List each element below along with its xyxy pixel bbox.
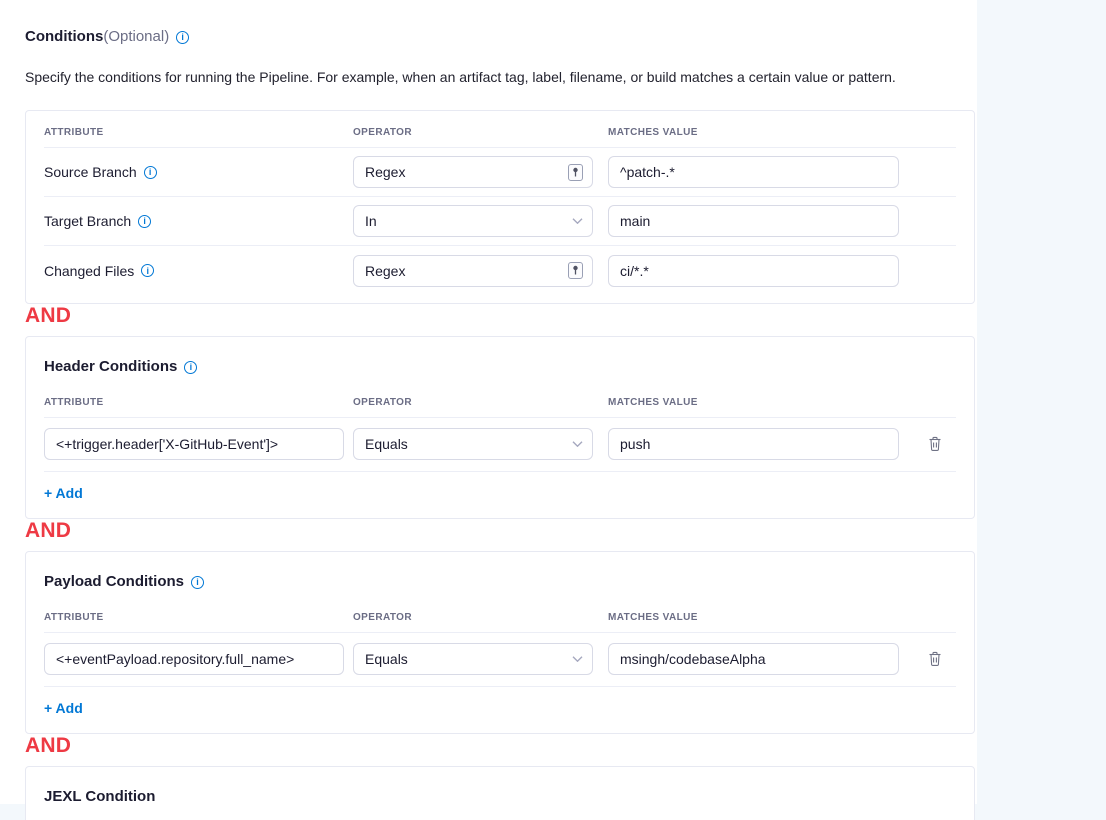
chevron-down-icon xyxy=(572,218,583,224)
and-separator: AND xyxy=(25,734,71,757)
info-icon[interactable] xyxy=(191,576,204,589)
table-row: Changed Files Regex xyxy=(44,246,956,295)
conditions-page: Conditions (Optional) Specify the condit… xyxy=(0,0,1106,820)
operator-value: Equals xyxy=(365,651,408,667)
conditions-content: Conditions (Optional) Specify the condit… xyxy=(25,0,975,820)
operator-value: Regex xyxy=(365,164,405,180)
operator-select[interactable]: Equals xyxy=(353,643,593,675)
page-title-optional: (Optional) xyxy=(103,28,169,46)
page-right-background xyxy=(977,0,1106,820)
page-title: Conditions xyxy=(25,28,103,46)
info-icon[interactable] xyxy=(144,166,157,179)
info-icon[interactable] xyxy=(141,264,154,277)
table-row: Source Branch Regex xyxy=(44,148,956,197)
column-header-operator: OPERATOR xyxy=(353,397,608,408)
column-header-matches-value: MATCHES VALUE xyxy=(608,612,914,623)
column-header-attribute: ATTRIBUTE xyxy=(44,612,353,623)
branch-conditions-card: ATTRIBUTE OPERATOR MATCHES VALUE Source … xyxy=(25,110,975,304)
add-header-condition-link[interactable]: + Add xyxy=(44,485,83,501)
row-label-text: Target Branch xyxy=(44,213,131,229)
matches-value-input[interactable] xyxy=(608,643,899,675)
chevron-down-icon xyxy=(572,441,583,447)
jexl-condition-card: JEXL Condition <+eventPayload.repository… xyxy=(25,766,975,820)
matches-value-input[interactable] xyxy=(608,428,899,460)
row-label-text: Source Branch xyxy=(44,164,137,180)
delete-row-button[interactable] xyxy=(925,648,945,670)
table-row: Target Branch In xyxy=(44,197,956,246)
attribute-input[interactable] xyxy=(44,428,344,460)
and-separator: AND xyxy=(25,304,71,327)
payload-conditions-card: Payload Conditions ATTRIBUTE OPERATOR MA… xyxy=(25,551,975,734)
row-label-source-branch: Source Branch xyxy=(44,164,353,180)
trash-icon xyxy=(928,655,942,670)
column-header-attribute: ATTRIBUTE xyxy=(44,127,353,138)
column-headers: ATTRIBUTE OPERATOR MATCHES VALUE xyxy=(44,592,956,633)
chevron-down-icon xyxy=(572,656,583,662)
column-headers: ATTRIBUTE OPERATOR MATCHES VALUE xyxy=(44,111,956,148)
column-header-matches-value: MATCHES VALUE xyxy=(608,397,914,408)
section-title-header-conditions: Header Conditions xyxy=(44,337,956,377)
fixed-input-icon[interactable] xyxy=(568,262,583,279)
column-header-operator: OPERATOR xyxy=(353,127,608,138)
page-header: Conditions (Optional) xyxy=(25,28,975,46)
matches-value-input[interactable] xyxy=(608,156,899,188)
delete-row-button[interactable] xyxy=(925,433,945,455)
operator-select[interactable]: Regex xyxy=(353,156,593,188)
operator-value: Equals xyxy=(365,436,408,452)
section-title-payload-conditions: Payload Conditions xyxy=(44,552,956,592)
info-icon[interactable] xyxy=(176,31,189,44)
row-label-changed-files: Changed Files xyxy=(44,263,353,279)
add-payload-condition-link[interactable]: + Add xyxy=(44,700,83,716)
matches-value-input[interactable] xyxy=(608,255,899,287)
info-icon[interactable] xyxy=(138,215,151,228)
header-conditions-card: Header Conditions ATTRIBUTE OPERATOR MAT… xyxy=(25,336,975,519)
row-label-target-branch: Target Branch xyxy=(44,213,353,229)
section-title-text: Payload Conditions xyxy=(44,572,184,592)
operator-select[interactable]: Regex xyxy=(353,255,593,287)
and-separator: AND xyxy=(25,519,71,542)
operator-value: In xyxy=(365,213,377,229)
info-icon[interactable] xyxy=(184,361,197,374)
column-headers: ATTRIBUTE OPERATOR MATCHES VALUE xyxy=(44,377,956,418)
operator-select[interactable]: In xyxy=(353,205,593,237)
trash-icon xyxy=(928,440,942,455)
attribute-input[interactable] xyxy=(44,643,344,675)
operator-select[interactable]: Equals xyxy=(353,428,593,460)
table-row: Equals xyxy=(44,418,956,472)
section-title-text: Header Conditions xyxy=(44,357,177,377)
page-description: Specify the conditions for running the P… xyxy=(25,68,975,86)
column-header-attribute: ATTRIBUTE xyxy=(44,397,353,408)
column-header-operator: OPERATOR xyxy=(353,612,608,623)
row-label-text: Changed Files xyxy=(44,263,134,279)
section-title-jexl-condition: JEXL Condition xyxy=(44,767,956,807)
operator-value: Regex xyxy=(365,263,405,279)
column-header-matches-value: MATCHES VALUE xyxy=(608,127,914,138)
matches-value-input[interactable] xyxy=(608,205,899,237)
table-row: Equals xyxy=(44,633,956,687)
fixed-input-icon[interactable] xyxy=(568,164,583,181)
section-title-text: JEXL Condition xyxy=(44,787,155,807)
